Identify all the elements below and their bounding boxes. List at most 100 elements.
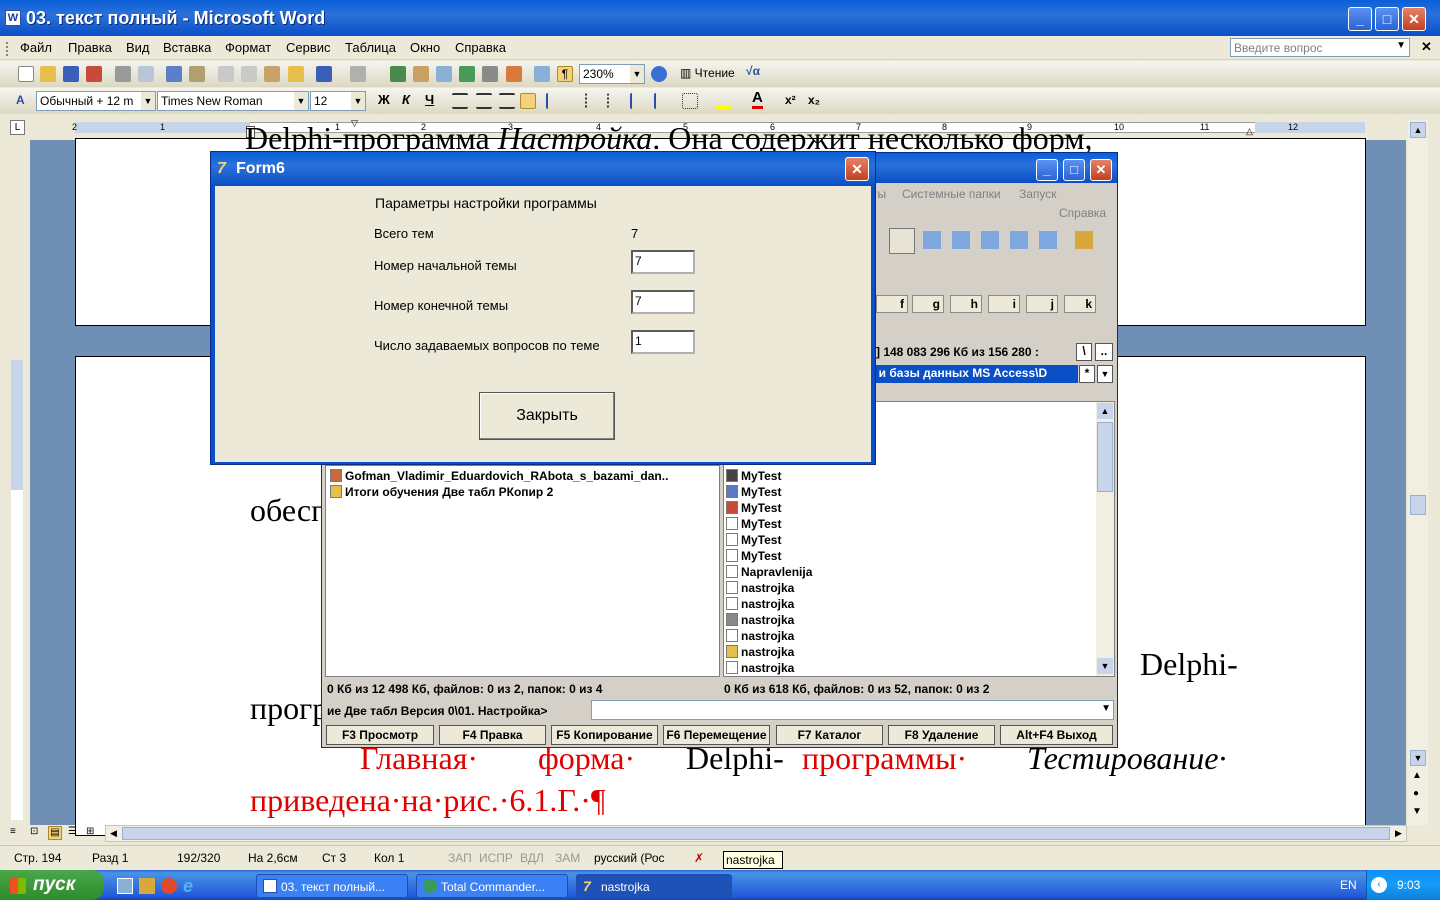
equation-icon[interactable]: √α [746,64,760,78]
internet-explorer-icon[interactable]: e [183,876,193,897]
next-page-icon[interactable]: ▼ [1412,806,1422,817]
task-word[interactable]: 03. текст полный... [256,874,408,898]
permission-icon[interactable] [86,66,102,82]
start-button[interactable]: пуск [0,870,104,900]
browse-object-icon[interactable]: ● [1413,788,1419,799]
scroll-down-icon[interactable]: ▼ [1410,750,1426,766]
f7-mkdir-button[interactable]: F7 Каталог [776,725,883,745]
tc-toolbar-icon[interactable] [889,228,915,254]
subscript-icon[interactable]: x₂ [808,93,820,107]
right-file-item[interactable]: MyTest [726,549,781,563]
right-file-item[interactable]: nastrojka [726,629,794,643]
close-button[interactable]: ✕ [1402,7,1426,31]
chevron-down-icon[interactable]: ▼ [1101,703,1111,714]
f5-copy-button[interactable]: F5 Копирование [551,725,658,745]
star-button[interactable]: * [1079,365,1095,383]
left-file-panel[interactable]: Gofman_Vladimir_Eduardovich_RAbota_s_baz… [325,465,720,677]
doc-map-icon[interactable] [534,66,550,82]
tray-icon[interactable]: ‹ [1371,877,1387,893]
horizontal-scrollbar[interactable]: ◀ ▶ [105,825,1407,842]
tab-selector[interactable]: L [10,120,25,135]
chevron-down-icon[interactable]: ▼ [351,92,365,110]
style-select[interactable]: Обычный + 12 m ▼ [36,91,156,111]
bullets-icon[interactable] [607,93,623,109]
drive-j-button[interactable]: j [1026,295,1058,313]
show-desktop-icon[interactable] [117,878,133,894]
spelling-status-icon[interactable]: ✗ [694,851,704,865]
numbering-icon[interactable] [585,93,601,109]
font-select[interactable]: Times New Roman ▼ [157,91,309,111]
tc-toolbar-icon[interactable] [981,231,999,249]
tc-minimize-button[interactable]: _ [1036,159,1058,181]
hyperlink-icon[interactable] [390,66,406,82]
menu-view[interactable]: Вид [126,40,150,55]
right-indent-icon[interactable]: △ [1246,126,1253,137]
bold-icon[interactable]: Ж [378,92,390,107]
f3-view-button[interactable]: F3 Просмотр [326,725,434,745]
status-track[interactable]: ИСПР [479,851,513,865]
root-dir-button[interactable]: \ [1076,343,1092,361]
prev-page-icon[interactable]: ▲ [1412,770,1422,781]
drive-g-button[interactable]: g [912,295,944,313]
scroll-thumb-horizontal[interactable] [122,827,1390,840]
path-bar[interactable]: i и базы данных MS Access\D [870,365,1078,383]
f4-edit-button[interactable]: F4 Правка [439,725,546,745]
maximize-button[interactable]: □ [1375,7,1399,31]
media-player-icon[interactable] [161,878,177,894]
menu-insert[interactable]: Вставка [163,40,211,55]
normal-view-icon[interactable]: ≡ [10,826,16,837]
underline-icon[interactable]: Ч [425,92,434,107]
spelling-icon[interactable] [166,66,182,82]
borders-icon[interactable] [682,93,698,109]
outline-view-icon[interactable]: ☰ [68,826,77,837]
menu-tools[interactable]: Сервис [286,40,331,55]
chevron-down-icon[interactable]: ▼ [1396,40,1406,51]
drive-f-button[interactable]: f [876,295,908,313]
drive-i-button[interactable]: i [988,295,1020,313]
tc-toolbar-icon[interactable] [1010,231,1028,249]
insert-excel-icon[interactable] [459,66,475,82]
tc-close-button[interactable]: ✕ [1090,159,1112,181]
menu-file[interactable]: Файл [20,40,52,55]
menu-format[interactable]: Формат [225,40,271,55]
tc-toolbar-icon[interactable] [1039,231,1057,249]
tc-settings-icon[interactable] [1075,231,1093,249]
right-file-item[interactable]: nastrojka [726,581,794,595]
word-app-icon[interactable]: W [5,10,21,26]
tc-menu-item[interactable]: Системные папки [902,187,1001,201]
status-ext[interactable]: ВДЛ [520,851,544,865]
scroll-right-icon[interactable]: ▶ [1391,826,1406,841]
menu-help[interactable]: Справка [455,40,506,55]
italic-icon[interactable]: К [402,92,410,107]
line-spacing-icon[interactable] [546,93,562,109]
start-topic-input[interactable]: 7 [631,250,695,274]
scroll-left-icon[interactable]: ◀ [106,826,121,841]
status-ovr[interactable]: ЗАМ [555,851,580,865]
left-file-item[interactable]: Итоги обучения Две табл РКопир 2 [330,485,553,499]
insert-table-icon[interactable] [436,66,452,82]
right-file-item[interactable]: MyTest [726,485,781,499]
redo-icon[interactable] [350,66,366,82]
align-left-icon[interactable] [452,93,468,109]
font-color-icon[interactable]: A [752,90,763,109]
highlight-icon[interactable] [716,93,732,109]
minimize-button[interactable]: _ [1348,7,1372,31]
print-icon[interactable] [115,66,131,82]
justify-icon[interactable] [520,93,536,109]
clock[interactable]: 9:03 [1397,878,1420,892]
columns-icon[interactable] [482,66,498,82]
command-line-input[interactable]: ▼ [591,700,1114,720]
form6-close-button[interactable]: ✕ [845,157,869,181]
vertical-ruler[interactable] [8,140,26,825]
left-file-item[interactable]: Gofman_Vladimir_Eduardovich_RAbota_s_baz… [330,469,668,483]
end-topic-input[interactable]: 7 [631,290,695,314]
menu-window[interactable]: Окно [410,40,440,55]
scroll-down-icon[interactable]: ▼ [1097,658,1113,674]
tables-borders-icon[interactable] [413,66,429,82]
new-document-icon[interactable] [18,66,34,82]
task-nastrojka[interactable]: 7 nastrojka [576,874,732,898]
help-icon[interactable] [651,66,667,82]
doc-close-icon[interactable]: ✕ [1421,39,1432,55]
f8-delete-button[interactable]: F8 Удаление [888,725,995,745]
paste-icon[interactable] [264,66,280,82]
